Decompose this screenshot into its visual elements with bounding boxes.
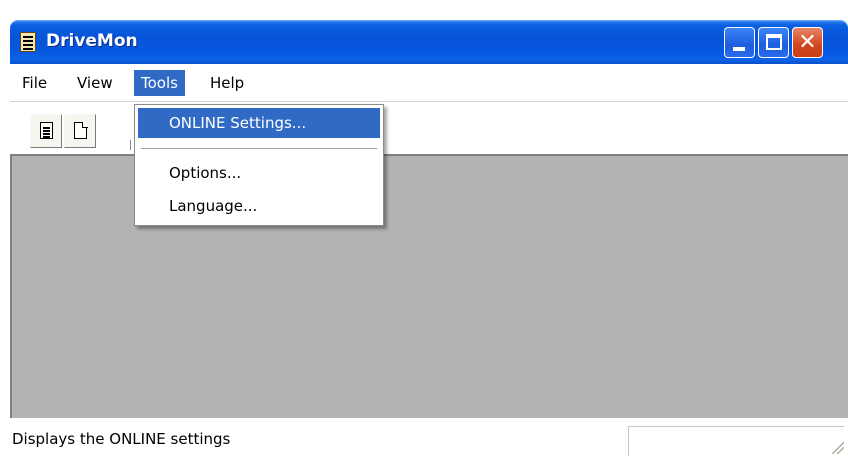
toolbar-separator xyxy=(130,140,131,150)
status-bar: Displays the ONLINE settings xyxy=(10,420,848,456)
document-lines-icon xyxy=(40,122,53,139)
close-icon: ✕ xyxy=(798,30,817,55)
menu-tools[interactable]: Tools xyxy=(134,70,185,96)
window-title: DriveMon xyxy=(46,31,138,51)
blank-document-icon xyxy=(74,121,88,139)
status-text: Displays the ONLINE settings xyxy=(12,430,231,448)
menu-separator xyxy=(141,148,377,150)
menu-item-language[interactable]: Language... xyxy=(138,191,380,221)
maximize-icon xyxy=(766,34,782,50)
app-icon[interactable] xyxy=(20,32,36,52)
minimize-button[interactable] xyxy=(724,27,755,58)
close-button[interactable]: ✕ xyxy=(792,27,823,58)
resize-grip-icon[interactable] xyxy=(830,440,844,454)
menu-item-options[interactable]: Options... xyxy=(138,158,380,188)
tools-dropdown-menu: ONLINE Settings... Options... Language..… xyxy=(134,104,384,226)
maximize-button[interactable] xyxy=(758,27,789,58)
menu-file[interactable]: File xyxy=(15,70,54,96)
status-panel xyxy=(628,426,844,456)
app-window: DriveMon ✕ File View Tools Help Displays… xyxy=(10,20,848,456)
toolbar-new-button[interactable] xyxy=(64,114,96,148)
menu-help[interactable]: Help xyxy=(203,70,251,96)
minimize-icon xyxy=(733,47,745,51)
title-bar[interactable]: DriveMon ✕ xyxy=(10,20,848,64)
menu-view[interactable]: View xyxy=(70,70,120,96)
menu-item-online-settings[interactable]: ONLINE Settings... xyxy=(138,108,380,138)
menu-bar: File View Tools Help xyxy=(10,64,848,102)
toolbar-document-button[interactable] xyxy=(30,114,62,148)
